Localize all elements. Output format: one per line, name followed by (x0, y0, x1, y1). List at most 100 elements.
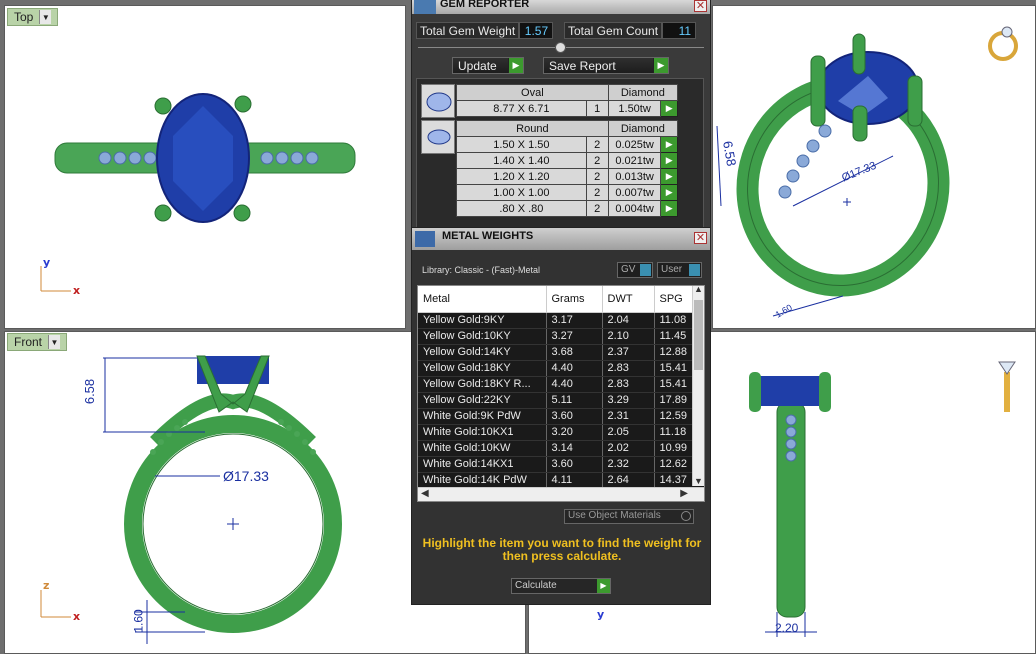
col-dwt[interactable]: DWT (602, 286, 655, 313)
gem-weight: 0.025tw (607, 136, 662, 153)
gem-qty: 2 (585, 136, 609, 153)
gem-row[interactable]: 1.40 X 1.40 2 0.021tw ▶ (456, 152, 678, 169)
total-count-row: Total Gem Count 11 (564, 22, 697, 39)
oval-gem-table: Oval Diamond 8.77 X 6.71 1 1.50tw ▶ (456, 84, 679, 117)
gem-row[interactable]: 1.00 X 1.00 2 0.007tw ▶ (456, 184, 678, 201)
play-icon[interactable]: ▶ (660, 184, 678, 201)
viewport-top[interactable]: Top ▼ y x (4, 5, 406, 329)
play-icon[interactable]: ▶ (660, 200, 678, 217)
hint-text: Highlight the item you want to find the … (422, 536, 702, 563)
axis-y-label: y (597, 608, 605, 621)
col-metal[interactable]: Metal (418, 286, 547, 313)
table-row[interactable]: White Gold:10KW 3.14 2.02 10.99 (418, 440, 704, 457)
cell: White Gold:10KW (418, 440, 547, 457)
axis-x-label: x (73, 284, 81, 297)
gv-toggle[interactable]: GV (617, 262, 653, 278)
round-gem-icon (421, 120, 455, 154)
col-grams[interactable]: Grams (546, 286, 603, 313)
metal-table: Metal Grams DWT SPG Yellow Gold:9KY 3.17 2… (418, 286, 704, 489)
save-report-button[interactable]: Save Report ▶ (543, 57, 669, 74)
close-icon[interactable]: ✕ (694, 0, 707, 12)
close-icon[interactable]: ✕ (694, 232, 707, 244)
cell: White Gold:9K PdW (418, 408, 547, 425)
total-weight-label: Total Gem Weight (416, 22, 520, 39)
update-label: Update (458, 59, 497, 73)
horizontal-scrollbar[interactable]: ◀ ▶ (418, 487, 704, 501)
cell: 2.83 (602, 376, 655, 393)
use-object-materials-toggle[interactable]: Use Object Materials (564, 509, 694, 524)
save-report-label: Save Report (549, 59, 616, 73)
cell: 3.20 (546, 424, 603, 441)
viewport-perspective[interactable]: 6.58 Ø17.33 1.60 (712, 5, 1036, 329)
scroll-thumb[interactable] (694, 300, 703, 370)
scroll-left-icon[interactable]: ◀ (421, 488, 429, 499)
calculate-button[interactable]: Calculate ▶ (511, 578, 611, 594)
metal-weights-titlebar[interactable]: METAL WEIGHTS ✕ (412, 228, 710, 250)
play-icon[interactable]: ▶ (660, 100, 678, 117)
table-row[interactable]: Yellow Gold:10KY 3.27 2.10 11.45 (418, 328, 704, 345)
cell: 2.10 (602, 328, 655, 345)
metal-weights-panel: METAL WEIGHTS ✕ Library: Classic - (Fast… (411, 227, 711, 605)
scroll-up-icon[interactable]: ▲ (694, 286, 703, 294)
gem-weight: 0.013tw (607, 168, 662, 185)
gem-size: 1.50 X 1.50 (456, 136, 587, 153)
table-row[interactable]: Yellow Gold:14KY 3.68 2.37 12.88 (418, 344, 704, 361)
play-icon: ▶ (508, 58, 523, 73)
group-material: Diamond (607, 84, 679, 101)
gem-reporter-logo-icon (414, 0, 436, 14)
table-row[interactable]: White Gold:14KX1 3.60 2.32 12.62 (418, 456, 704, 473)
calculate-label: Calculate (515, 580, 557, 591)
metal-list[interactable]: Metal Grams DWT SPG Yellow Gold:9KY 3.17 2… (417, 285, 705, 502)
cell: 3.17 (546, 312, 603, 329)
cell: Yellow Gold:22KY (418, 392, 547, 409)
ring-top-drawing (40, 93, 356, 292)
gem-qty: 2 (585, 152, 609, 169)
total-count-value: 11 (662, 22, 697, 39)
gem-row[interactable]: .80 X .80 2 0.004tw ▶ (456, 200, 678, 217)
gem-size: 1.00 X 1.00 (456, 184, 587, 201)
use-object-materials-label: Use Object Materials (568, 510, 661, 521)
metal-weights-title: METAL WEIGHTS (442, 230, 534, 242)
gem-weight: 0.007tw (607, 184, 662, 201)
gem-row[interactable]: 8.77 X 6.71 1 1.50tw ▶ (456, 100, 678, 117)
slider-handle-icon[interactable] (555, 42, 566, 53)
vertical-scrollbar[interactable]: ▲ ▼ (692, 286, 704, 486)
gv-label: GV (621, 264, 636, 275)
play-icon[interactable]: ▶ (660, 136, 678, 153)
gem-weight: 0.004tw (607, 200, 662, 217)
cell: 2.05 (602, 424, 655, 441)
cell: 3.68 (546, 344, 603, 361)
gem-row[interactable]: 1.50 X 1.50 2 0.025tw ▶ (456, 136, 678, 153)
table-row[interactable]: Yellow Gold:18KY R... 4.40 2.83 15.41 (418, 376, 704, 393)
cell: 4.40 (546, 360, 603, 377)
axis-x-label: x (73, 610, 81, 623)
table-row[interactable]: White Gold:14K PdW 4.11 2.64 14.37 (418, 472, 704, 489)
cell: 5.11 (546, 392, 603, 409)
scroll-down-icon[interactable]: ▼ (694, 476, 703, 486)
toggle-circle-icon (681, 511, 691, 521)
axis-y-label: y (43, 256, 51, 269)
cell: 2.64 (602, 472, 655, 489)
gem-row[interactable]: 1.20 X 1.20 2 0.013tw ▶ (456, 168, 678, 185)
table-row[interactable]: White Gold:9K PdW 3.60 2.31 12.59 (418, 408, 704, 425)
gem-qty: 1 (585, 100, 609, 117)
gem-qty: 2 (585, 168, 609, 185)
cell: Yellow Gold:10KY (418, 328, 547, 345)
table-row[interactable]: White Gold:10KX1 3.20 2.05 11.18 (418, 424, 704, 441)
play-icon[interactable]: ▶ (660, 168, 678, 185)
cell: White Gold:10KX1 (418, 424, 547, 441)
dimension-diameter-front: Ø17.33 (223, 468, 269, 484)
gem-reporter-panel: GEM REPORTER ✕ Total Gem Weight 1.57 Tot… (411, 0, 711, 232)
scroll-right-icon[interactable]: ▶ (680, 488, 688, 499)
play-icon[interactable]: ▶ (660, 152, 678, 169)
gem-reporter-titlebar[interactable]: GEM REPORTER ✕ (412, 0, 710, 14)
table-row[interactable]: Yellow Gold:9KY 3.17 2.04 11.08 (418, 312, 704, 329)
user-toggle[interactable]: User (657, 262, 702, 278)
cell: 2.02 (602, 440, 655, 457)
gem-reporter-title: GEM REPORTER (440, 0, 530, 10)
cell: 3.14 (546, 440, 603, 457)
table-row[interactable]: Yellow Gold:18KY 4.40 2.83 15.41 (418, 360, 704, 377)
table-row[interactable]: Yellow Gold:22KY 5.11 3.29 17.89 (418, 392, 704, 409)
update-button[interactable]: Update ▶ (452, 57, 524, 74)
dimension-shank-front: 1.60 (131, 609, 146, 633)
